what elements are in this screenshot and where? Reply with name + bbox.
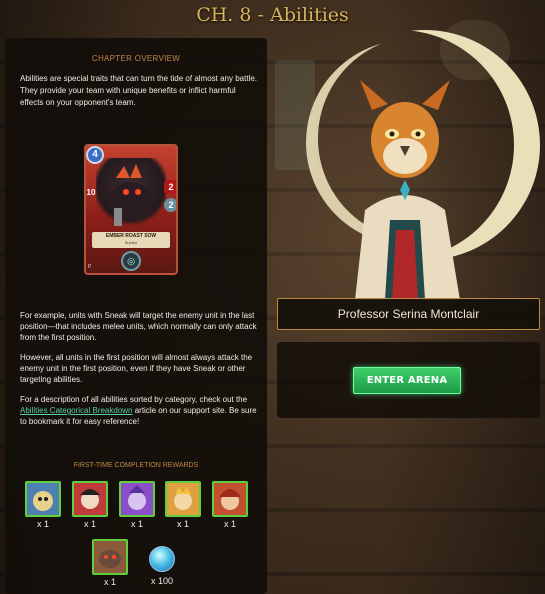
enter-arena-button[interactable]: ENTER ARENA <box>353 367 461 394</box>
reward-card-icon <box>165 481 201 517</box>
card-attack-icon: 2 <box>164 180 176 194</box>
reward-card-icon <box>92 539 128 575</box>
potion-quantity: x 100 <box>150 576 174 586</box>
reward-quantity: x 1 <box>176 519 189 529</box>
rewards-heading: FIRST-TIME COMPLETION REWARDS <box>73 462 199 469</box>
abilities-breakdown-link[interactable]: Abilities Categorical Breakdown <box>20 406 133 415</box>
chapter-body-text: For example, units with Sneak will targe… <box>20 310 260 436</box>
reward-quantity: x 1 <box>223 519 236 529</box>
reward-card-icon <box>72 481 108 517</box>
chapter-name: Abilities <box>269 4 349 26</box>
action-panel: ENTER ARENA <box>277 342 540 418</box>
reward-quantity: x 1 <box>36 519 49 529</box>
reward-card-icon <box>25 481 61 517</box>
card-mana-icon: 4 <box>86 146 104 164</box>
chapter-overview-panel[interactable]: CHAPTER OVERVIEW Abilities are special t… <box>5 38 267 594</box>
card-corner-mark: P <box>88 264 92 270</box>
reward-item[interactable]: x 1 <box>165 481 201 529</box>
professor-nameplate: Professor Serina Montclair <box>277 298 540 330</box>
professor-portrait <box>330 60 480 300</box>
reward-item[interactable]: x 1 <box>119 481 155 529</box>
card-speed-icon: 2 <box>164 198 176 212</box>
reward-card-icon <box>212 481 248 517</box>
body-paragraph-3: For a description of all abilities sorte… <box>20 394 260 427</box>
card-level: 10 <box>86 188 96 197</box>
example-card[interactable]: 4 10 2 2 EMBER ROAST SOW Sulden ◎ P <box>84 144 178 275</box>
card-name-banner: EMBER ROAST SOW Sulden <box>92 232 170 248</box>
reward-item[interactable]: x 1 <box>72 481 108 529</box>
reward-quantity: x 1 <box>83 519 96 529</box>
card-ability-icon: ◎ <box>121 251 141 271</box>
card-subtitle: Sulden <box>124 240 138 245</box>
body-paragraph-2: However, all units in the first position… <box>20 353 253 384</box>
reward-item[interactable]: x 1 <box>92 539 128 587</box>
body-paragraph-1: For example, units with Sneak will targe… <box>20 311 257 342</box>
reward-quantity: x 1 <box>103 577 116 587</box>
potion-icon <box>149 546 175 572</box>
reward-item[interactable]: x 1 <box>25 481 61 529</box>
body-p3-before: For a description of all abilities sorte… <box>20 395 248 404</box>
reward-item[interactable]: x 1 <box>212 481 248 529</box>
chapter-number: CH. 8 - <box>196 4 270 26</box>
overview-intro: Abilities are special traits that can tu… <box>20 74 258 107</box>
reward-quantity: x 1 <box>130 519 143 529</box>
reward-card-icon <box>119 481 155 517</box>
page-title: CH. 8 - Abilities <box>0 4 545 26</box>
card-art <box>96 158 166 230</box>
reward-potion[interactable]: x 100 <box>142 542 182 586</box>
card-name: EMBER ROAST SOW <box>105 233 157 239</box>
overview-heading: CHAPTER OVERVIEW <box>91 54 181 63</box>
